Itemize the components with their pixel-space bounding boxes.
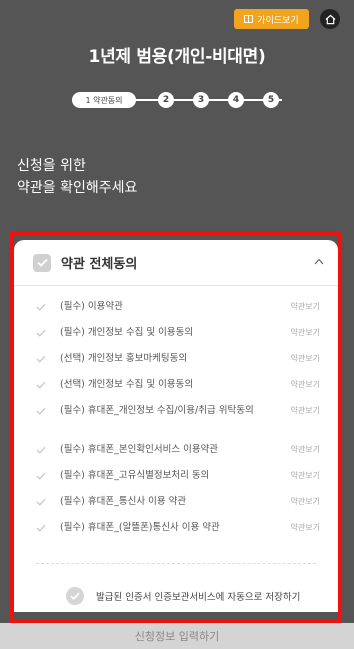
step-3: 3 [193, 92, 209, 108]
home-icon [325, 14, 335, 24]
intro-line-1: 신청을 위한 [17, 158, 86, 174]
home-button[interactable] [320, 9, 340, 29]
intro-text: 신청을 위한 약관을 확인해주세요 [17, 155, 137, 199]
highlight-frame [10, 231, 342, 623]
submit-button[interactable]: 신청정보 입력하기 [0, 623, 354, 649]
step-2: 2 [158, 92, 174, 108]
book-icon [244, 15, 254, 23]
step-4: 4 [228, 92, 244, 108]
screen: 가이드보기 1년제 범용(개인-비대면) 1 약관동의 2 3 4 5 신청을 … [0, 0, 354, 649]
guide-button-label: 가이드보기 [257, 15, 299, 26]
step-current: 1 약관동의 [72, 92, 136, 108]
step-5: 5 [263, 92, 279, 108]
page-title: 1년제 범용(개인-비대면) [88, 47, 266, 67]
intro-line-2: 약관을 확인해주세요 [17, 180, 138, 196]
stepper: 1 약관동의 2 3 4 5 [72, 92, 287, 108]
guide-button[interactable]: 가이드보기 [234, 9, 309, 29]
